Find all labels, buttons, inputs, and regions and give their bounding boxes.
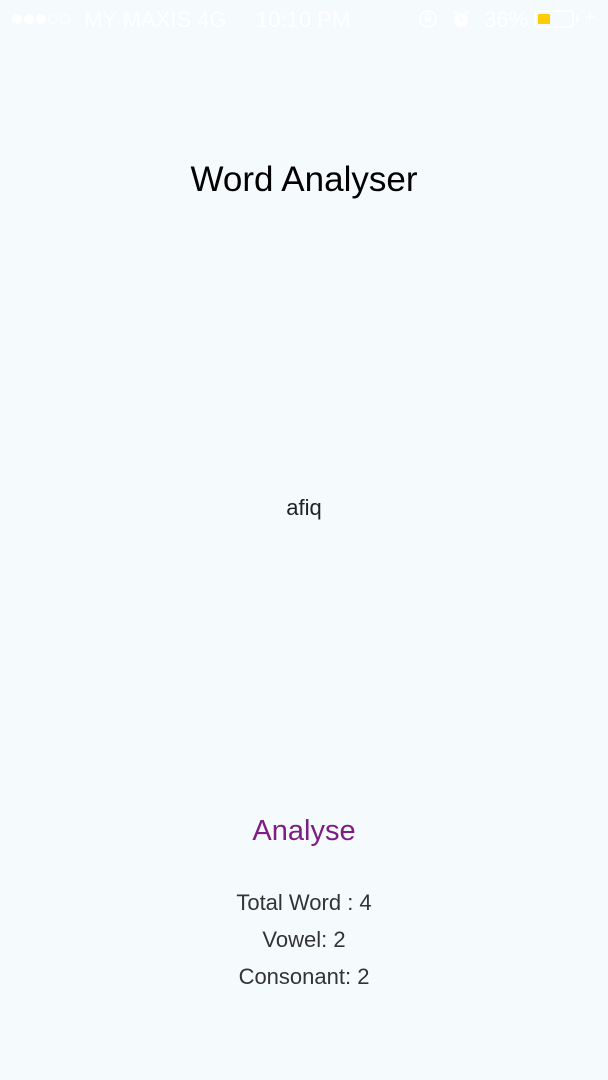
consonant-result: Consonant: 2 [238, 964, 370, 989]
orientation-lock-icon [418, 9, 438, 29]
battery-icon [534, 10, 574, 28]
signal-dot-empty [60, 14, 70, 24]
alarm-icon [451, 9, 471, 29]
vowel-result: Vowel: 2 [262, 927, 346, 952]
charging-icon: + [584, 7, 596, 29]
total-word-result: Total Word : 4 [236, 890, 372, 915]
status-bar: MY MAXIS 4G 10:10 PM 36% + [0, 0, 608, 40]
battery-level-fill [538, 14, 550, 24]
signal-dot [24, 14, 34, 24]
word-input[interactable] [154, 490, 454, 526]
battery-percent: 36% [484, 7, 529, 32]
carrier-label: MY MAXIS 4G [84, 7, 227, 32]
status-time: 10:10 PM [256, 7, 351, 32]
signal-dot [36, 14, 46, 24]
analyse-button[interactable]: Analyse [204, 808, 404, 854]
battery-tip [576, 15, 579, 23]
signal-dot-empty [48, 14, 58, 24]
signal-strength-icon [12, 14, 70, 24]
signal-dot [12, 14, 22, 24]
page-title: Word Analyser [190, 160, 418, 199]
